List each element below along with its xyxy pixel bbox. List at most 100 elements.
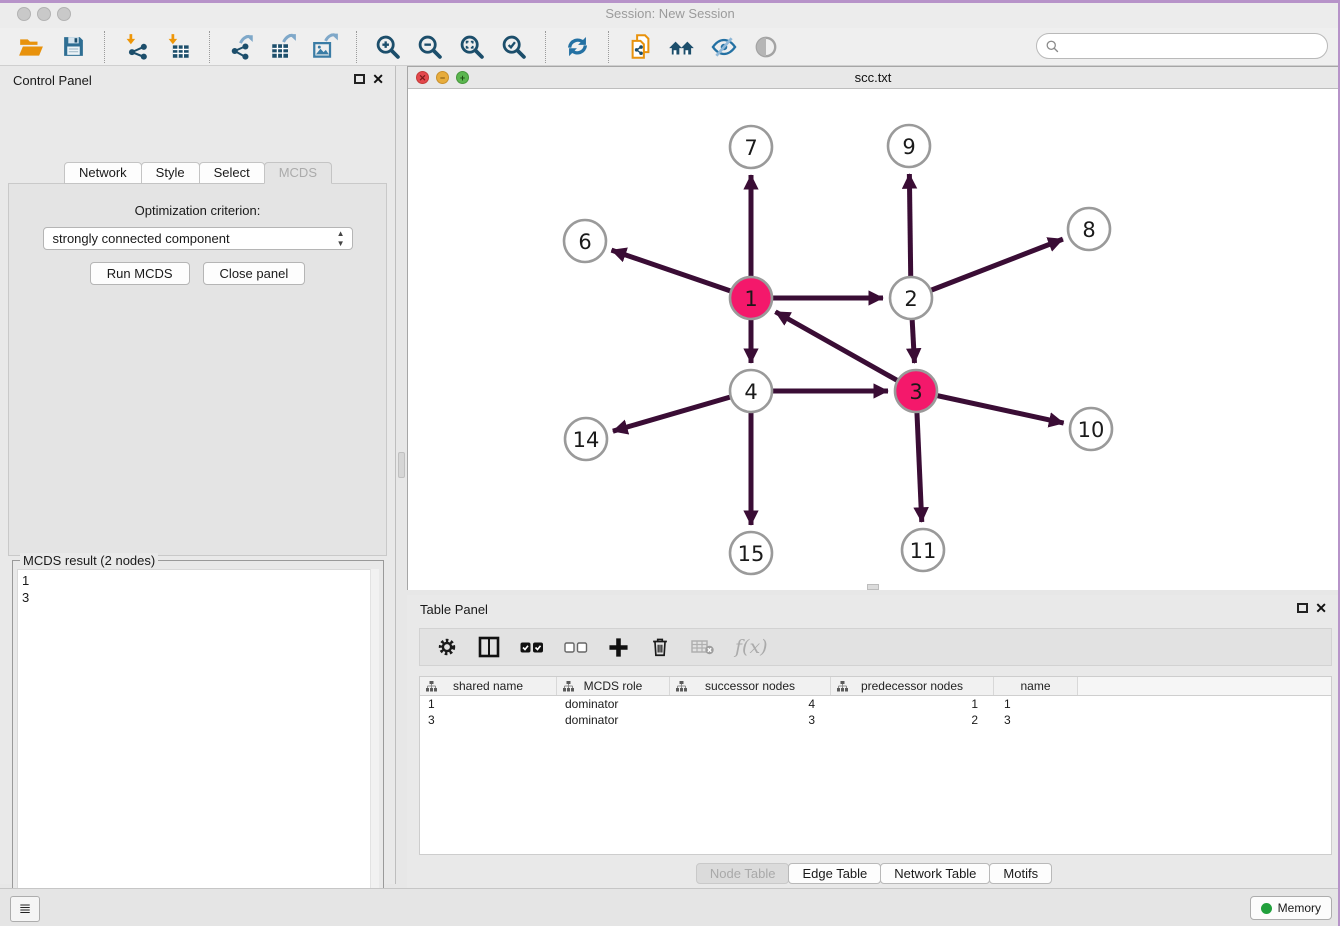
toolbar-separator — [104, 31, 105, 63]
graph-node-8[interactable]: 8 — [1068, 208, 1110, 250]
tab-node-table[interactable]: Node Table — [696, 863, 790, 884]
cell-successor[interactable]: 4 — [670, 696, 831, 712]
control-panel-title: Control Panel — [13, 73, 92, 88]
settings-gear-icon[interactable] — [436, 636, 458, 658]
table-header-row: shared nameMCDS rolesuccessor nodesprede… — [420, 677, 1331, 696]
graph-node-9[interactable]: 9 — [888, 125, 930, 167]
control-panel: Control Panel ✕ NetworkStyleSelectMCDS O… — [0, 66, 396, 884]
column-header-predecessor-nodes[interactable]: predecessor nodes — [831, 677, 994, 695]
zoom-in-icon[interactable] — [373, 32, 403, 62]
memory-label: Memory — [1278, 901, 1321, 915]
tab-style[interactable]: Style — [141, 162, 200, 184]
export-network-icon[interactable] — [226, 32, 256, 62]
refresh-icon[interactable] — [562, 32, 592, 62]
criterion-value: strongly connected component — [53, 231, 230, 246]
import-table-icon[interactable] — [163, 32, 193, 62]
svg-text:6: 6 — [578, 230, 591, 254]
graph-node-2[interactable]: 2 — [890, 277, 932, 319]
mcds-result-group: MCDS result (2 nodes) 1 3 — [12, 560, 384, 926]
function-builder-icon[interactable]: f(x) — [735, 636, 768, 658]
select-all-checkboxes-icon[interactable] — [520, 641, 544, 654]
cell-shared_name[interactable]: 3 — [420, 712, 557, 728]
cell-predecessor[interactable]: 1 — [831, 696, 994, 712]
optimization-label: Optimization criterion: — [9, 203, 386, 218]
zoom-out-icon[interactable] — [415, 32, 445, 62]
export-table-icon[interactable] — [268, 32, 298, 62]
titlebar: Session: New Session — [0, 0, 1340, 28]
cell-successor[interactable]: 3 — [670, 712, 831, 728]
mcds-result-title: MCDS result (2 nodes) — [20, 553, 158, 568]
cell-mcds_role[interactable]: dominator — [557, 712, 670, 728]
network-window-titlebar[interactable]: ✕ − + scc.txt — [408, 67, 1338, 89]
tab-motifs[interactable]: Motifs — [989, 863, 1052, 884]
svg-text:8: 8 — [1082, 218, 1095, 242]
tab-edge-table[interactable]: Edge Table — [788, 863, 881, 884]
graph-edge-3-1[interactable] — [775, 312, 916, 391]
svg-text:11: 11 — [910, 539, 937, 563]
first-neighbors-icon[interactable] — [667, 32, 697, 62]
run-mcds-button[interactable]: Run MCDS — [90, 262, 190, 285]
column-header-name[interactable]: name — [994, 677, 1078, 695]
delete-column-icon[interactable] — [649, 636, 671, 658]
zoom-selected-icon[interactable] — [499, 32, 529, 62]
add-column-icon[interactable] — [608, 637, 629, 658]
network-resize-handle[interactable] — [867, 584, 879, 590]
graph-edge-2-8[interactable] — [911, 239, 1063, 298]
cell-mcds_role[interactable]: dominator — [557, 696, 670, 712]
show-all-eye-icon[interactable] — [751, 32, 781, 62]
cell-name[interactable]: 3 — [994, 712, 1078, 728]
graph-node-15[interactable]: 15 — [730, 532, 772, 574]
float-panel-icon[interactable] — [354, 74, 365, 84]
open-folder-icon[interactable] — [16, 32, 46, 62]
tab-select[interactable]: Select — [199, 162, 265, 184]
deselect-all-checkboxes-icon[interactable] — [564, 641, 588, 654]
duplicate-network-icon[interactable] — [625, 32, 655, 62]
column-layout-icon[interactable] — [478, 636, 500, 658]
cell-shared_name[interactable]: 1 — [420, 696, 557, 712]
vertical-splitter-handle[interactable] — [398, 452, 405, 478]
tab-mcds[interactable]: MCDS — [264, 162, 332, 184]
column-header-successor-nodes[interactable]: successor nodes — [670, 677, 831, 695]
import-network-icon[interactable] — [121, 32, 151, 62]
close-panel-icon[interactable]: ✕ — [372, 71, 384, 87]
cell-predecessor[interactable]: 2 — [831, 712, 994, 728]
node-table: shared nameMCDS rolesuccessor nodesprede… — [419, 676, 1332, 855]
zoom-fit-icon[interactable] — [457, 32, 487, 62]
cell-name[interactable]: 1 — [994, 696, 1078, 712]
tab-network-table[interactable]: Network Table — [880, 863, 990, 884]
graph-node-14[interactable]: 14 — [565, 418, 607, 460]
graph-node-3[interactable]: 3 — [895, 370, 937, 412]
network-canvas[interactable]: 7 9 6 8 1 2 4 3 14 10 15 11 — [408, 89, 1338, 590]
graph-node-7[interactable]: 7 — [730, 126, 772, 168]
graph-node-1[interactable]: 1 — [730, 277, 772, 319]
column-header-mcds-role[interactable]: MCDS role — [557, 677, 670, 695]
delete-table-icon[interactable] — [691, 639, 715, 656]
column-header-shared-name[interactable]: shared name — [420, 677, 557, 695]
close-panel-button[interactable]: Close panel — [203, 262, 306, 285]
status-bar: ≣ Memory — [0, 888, 1340, 926]
graph-node-4[interactable]: 4 — [730, 370, 772, 412]
toolbar-separator — [608, 31, 609, 63]
hide-selected-eye-icon[interactable] — [709, 32, 739, 62]
save-session-icon[interactable] — [58, 32, 88, 62]
tab-network[interactable]: Network — [64, 162, 142, 184]
graph-node-10[interactable]: 10 — [1070, 408, 1112, 450]
table-row[interactable]: 3dominator323 — [420, 712, 1331, 728]
svg-text:7: 7 — [744, 136, 757, 160]
svg-text:4: 4 — [744, 380, 757, 404]
table-row[interactable]: 1dominator411 — [420, 696, 1331, 712]
result-scrollbar[interactable] — [370, 569, 379, 926]
close-table-panel-icon[interactable]: ✕ — [1315, 600, 1327, 616]
svg-text:15: 15 — [738, 542, 765, 566]
criterion-dropdown[interactable]: strongly connected component ▲▼ — [43, 227, 353, 250]
graph-node-6[interactable]: 6 — [564, 220, 606, 262]
graph-edge-3-10[interactable] — [916, 391, 1064, 423]
app-title: Session: New Session — [0, 0, 1340, 28]
memory-button[interactable]: Memory — [1250, 896, 1332, 920]
export-image-icon[interactable] — [310, 32, 340, 62]
task-history-icon[interactable]: ≣ — [10, 896, 40, 922]
mcds-result-text[interactable]: 1 3 — [17, 569, 379, 926]
graph-node-11[interactable]: 11 — [902, 529, 944, 571]
search-input[interactable] — [1036, 33, 1328, 59]
float-table-panel-icon[interactable] — [1297, 603, 1308, 613]
